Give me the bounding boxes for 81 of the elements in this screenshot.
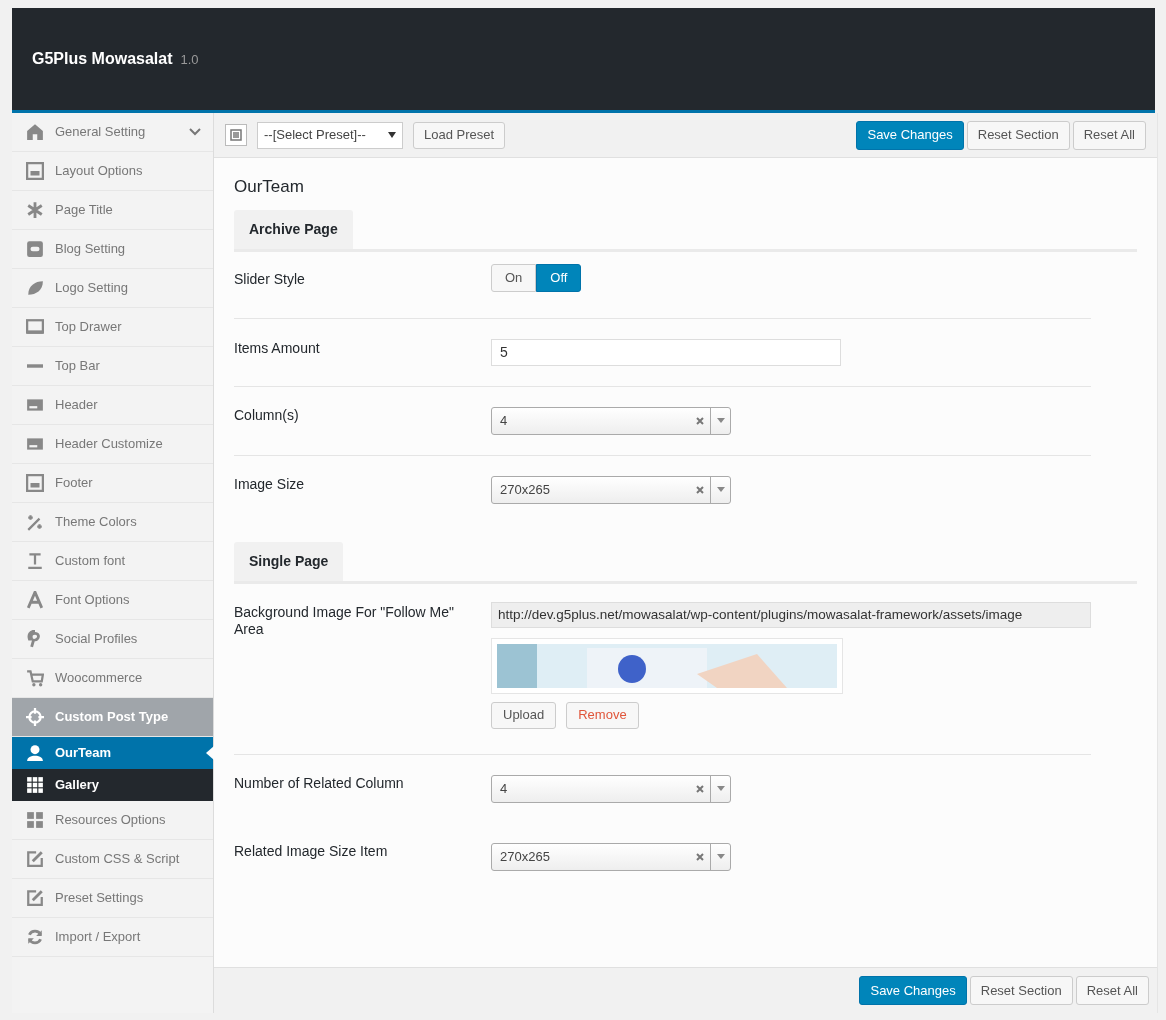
cart-icon <box>26 669 44 687</box>
version-label: 1.0 <box>180 51 199 70</box>
reset-section-button[interactable]: Reset Section <box>969 976 1073 1005</box>
house-icon <box>26 123 44 141</box>
toggle-option[interactable]: On <box>491 263 537 292</box>
field-label: Background Image For "Follow Me" Area <box>234 602 456 639</box>
header-icon <box>26 435 44 453</box>
sidebar-item[interactable]: Custom font <box>12 542 213 581</box>
clear-icon[interactable] <box>696 784 704 793</box>
sidebar-item[interactable]: Preset Settings <box>12 879 213 918</box>
sidebar-item[interactable]: Custom CSS & Script <box>12 840 213 879</box>
crosshair-icon <box>26 708 44 726</box>
text-icon <box>26 552 44 570</box>
layout-icon[interactable] <box>225 124 247 146</box>
field-label: Image Size <box>234 475 306 494</box>
header-icon <box>26 396 44 414</box>
reset-section-button[interactable]: Reset Section <box>966 120 1070 150</box>
clear-icon[interactable] <box>696 416 704 425</box>
edit-icon <box>26 889 44 907</box>
leaf-icon <box>26 279 44 297</box>
submenu-item[interactable]: OurTeam <box>12 737 213 769</box>
load-preset-button[interactable]: Load Preset <box>413 121 506 149</box>
url-field[interactable]: http://dev.g5plus.net/mowasalat/wp-content/plugins/mowasalat-framework/assets/image <box>491 601 1091 628</box>
sidebar-item[interactable]: Header <box>12 386 213 425</box>
grid-icon <box>26 776 44 794</box>
toggle-option[interactable]: Off <box>536 263 582 292</box>
app-title: G5Plus Mowasalat <box>32 49 173 69</box>
sidebar-item[interactable]: Header Customize <box>12 425 213 464</box>
person-icon <box>26 744 44 762</box>
sidebar-item[interactable]: Footer <box>12 464 213 503</box>
bar-icon <box>27 364 43 368</box>
select-field[interactable]: 270x265 <box>491 842 731 871</box>
clear-icon[interactable] <box>696 485 704 494</box>
dropdown-arrow-icon <box>716 487 725 492</box>
sidebar-item[interactable]: Top Drawer <box>12 308 213 347</box>
text-field[interactable]: 5 <box>491 338 841 366</box>
select-field[interactable]: 270x265 <box>491 475 731 504</box>
dropdown-arrow-icon <box>388 132 396 138</box>
sidebar-item[interactable]: Custom Post Type <box>12 698 213 737</box>
layout-icon <box>26 162 44 180</box>
sidebar-item[interactable]: Font Options <box>12 581 213 620</box>
sidebar-item[interactable]: Social Profiles <box>12 620 213 659</box>
sidebar-item[interactable]: General Setting <box>12 113 213 152</box>
refresh-icon <box>26 928 44 946</box>
select-field[interactable]: 4 <box>491 406 731 435</box>
chevron-down-icon <box>189 128 201 136</box>
upload-button[interactable]: Upload <box>491 701 557 729</box>
dropdown-arrow-icon <box>716 418 725 423</box>
reset-all-button[interactable]: Reset All <box>1072 120 1146 150</box>
section-title: OurTeam <box>234 176 305 198</box>
select-field[interactable]: 4 <box>491 774 731 803</box>
sidebar-item[interactable]: Layout Options <box>12 152 213 191</box>
edit-icon <box>26 850 44 868</box>
remove-button[interactable]: Remove <box>566 701 639 729</box>
monitor-icon <box>26 318 44 336</box>
field-label: Related Image Size Item <box>234 842 389 861</box>
grid-icon <box>26 811 44 829</box>
footer-icon <box>26 474 44 492</box>
clear-icon[interactable] <box>696 852 704 861</box>
submenu-item[interactable]: Gallery <box>12 769 213 801</box>
sidebar-item[interactable]: Resources Options <box>12 801 213 840</box>
field-label: Number of Related Column <box>234 774 405 793</box>
sidebar-item[interactable]: Page Title <box>12 191 213 230</box>
save-changes-button[interactable]: Save Changes <box>856 120 964 150</box>
sidebar-item[interactable]: Top Bar <box>12 347 213 386</box>
sidebar-item[interactable]: Theme Colors <box>12 503 213 542</box>
sidebar-item[interactable]: Import / Export <box>12 918 213 957</box>
section-tab[interactable]: Archive Page <box>234 209 353 249</box>
section-tab[interactable]: Single Page <box>234 541 344 581</box>
dropdown-arrow-icon <box>716 854 725 859</box>
sidebar-item[interactable]: Logo Setting <box>12 269 213 308</box>
field-label: Slider Style <box>234 269 306 289</box>
reset-all-button[interactable]: Reset All <box>1075 976 1149 1005</box>
dropdown-arrow-icon <box>716 786 725 791</box>
save-changes-button[interactable]: Save Changes <box>859 976 967 1005</box>
field-label: Items Amount <box>234 338 321 358</box>
preset-select[interactable]: --[Select Preset]-- <box>257 121 403 149</box>
field-label: Column(s) <box>234 406 300 425</box>
asterisk-icon <box>26 201 44 219</box>
sidebar-item[interactable]: Blog Setting <box>12 230 213 269</box>
letter-icon <box>26 591 44 609</box>
